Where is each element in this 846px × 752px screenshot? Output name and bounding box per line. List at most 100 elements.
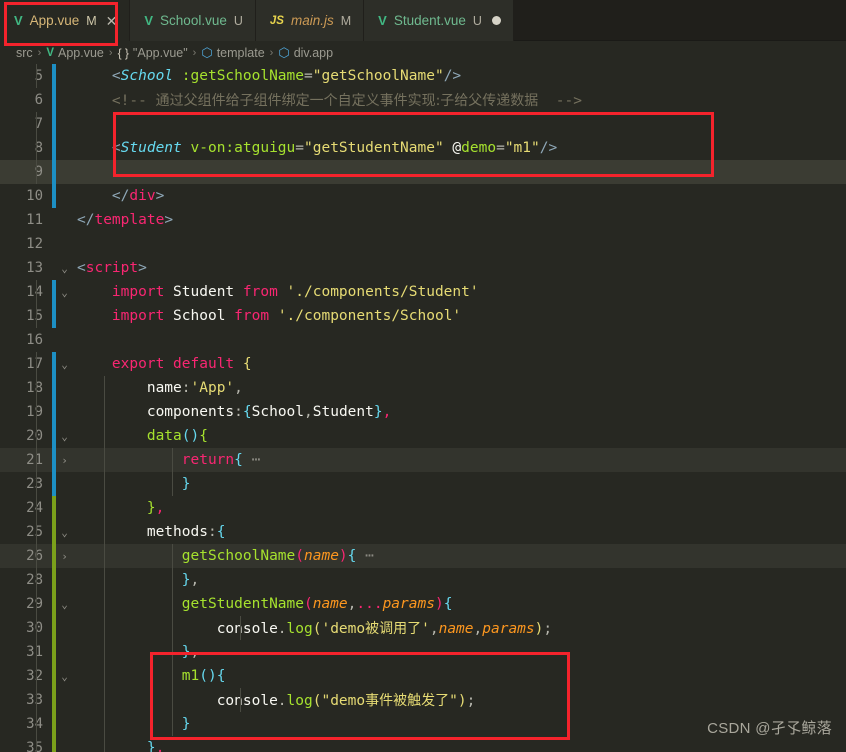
tab-app-vue[interactable]: V App.vue M ✕ bbox=[0, 0, 131, 41]
code-line[interactable]: 24 }, bbox=[0, 496, 846, 520]
chevron-right-icon[interactable]: › bbox=[61, 454, 68, 467]
breadcrumb-label: template bbox=[216, 45, 265, 60]
fold-control[interactable]: ⌄ bbox=[56, 430, 73, 443]
tab-student-vue[interactable]: V Student.vue U bbox=[364, 0, 514, 41]
git-change-marker bbox=[52, 160, 56, 184]
git-change-marker bbox=[52, 304, 56, 328]
line-number: 12 bbox=[26, 236, 43, 252]
code-line[interactable]: 29 ⌄ getStudentName(name,...params){ bbox=[0, 592, 846, 616]
code-line[interactable]: 35 }, bbox=[0, 736, 846, 752]
breadcrumb-item-symbol-root[interactable]: { } "App.vue" bbox=[118, 46, 188, 60]
line-number: 14 bbox=[26, 284, 43, 300]
code-text: <School :getSchoolName="getSchoolName"/> bbox=[36, 64, 461, 88]
code-line[interactable]: 6 <!-- 通过父组件给子组件绑定一个自定义事件实现:子给父传递数据 --> bbox=[0, 88, 846, 112]
chevron-down-icon[interactable]: ⌄ bbox=[61, 598, 68, 611]
code-text: console.log('demo被调用了',name,params); bbox=[36, 616, 552, 640]
code-line[interactable]: 30 console.log('demo被调用了',name,params); bbox=[0, 616, 846, 640]
vue-file-icon: V bbox=[14, 13, 23, 28]
line-number: 10 bbox=[26, 188, 43, 204]
fold-control[interactable]: ⌄ bbox=[56, 526, 73, 539]
fold-control[interactable]: ⌄ bbox=[56, 670, 73, 683]
code-line[interactable]: 31 }, bbox=[0, 640, 846, 664]
code-line[interactable]: 28 }, bbox=[0, 568, 846, 592]
close-icon[interactable]: ✕ bbox=[106, 14, 118, 28]
chevron-down-icon[interactable]: ⌄ bbox=[61, 670, 68, 683]
git-change-marker bbox=[52, 208, 56, 232]
code-line[interactable]: 19 components:{School,Student}, bbox=[0, 400, 846, 424]
code-line[interactable]: 16 bbox=[0, 328, 846, 352]
tab-label: App.vue bbox=[29, 13, 80, 28]
code-line[interactable]: 5 <School :getSchoolName="getSchoolName"… bbox=[0, 64, 846, 88]
breadcrumb-label: "App.vue" bbox=[132, 45, 188, 60]
code-line[interactable]: 14 ⌄ import Student from './components/S… bbox=[0, 280, 846, 304]
tab-school-vue[interactable]: V School.vue U bbox=[130, 0, 256, 41]
breadcrumb-separator-icon: › bbox=[37, 46, 42, 59]
code-line-folded[interactable]: 26 › getSchoolName(name){ ⋯ bbox=[0, 544, 846, 568]
chevron-down-icon[interactable]: ⌄ bbox=[61, 526, 68, 539]
git-change-marker bbox=[52, 136, 56, 160]
tab-main-js[interactable]: JS main.js M bbox=[255, 0, 365, 41]
line-number: 30 bbox=[26, 620, 43, 636]
breadcrumb-item-template[interactable]: ⬡ template bbox=[201, 45, 264, 61]
code-line[interactable]: 25 ⌄ methods:{ bbox=[0, 520, 846, 544]
fold-control[interactable]: ⌄ bbox=[56, 286, 73, 299]
code-line[interactable]: 32 ⌄ m1(){ bbox=[0, 664, 846, 688]
tab-status-badge: U bbox=[233, 13, 243, 28]
chevron-down-icon[interactable]: ⌄ bbox=[61, 358, 68, 371]
breadcrumb-label: src bbox=[16, 45, 33, 60]
git-change-marker bbox=[52, 688, 56, 712]
line-number: 23 bbox=[26, 476, 43, 492]
chevron-down-icon[interactable]: ⌄ bbox=[61, 430, 68, 443]
line-number: 35 bbox=[26, 740, 43, 752]
git-change-marker bbox=[52, 184, 56, 208]
code-line[interactable]: 12 bbox=[0, 232, 846, 256]
code-line[interactable]: 7 bbox=[0, 112, 846, 136]
tab-status-badge: U bbox=[472, 13, 482, 28]
line-number: 20 bbox=[26, 428, 43, 444]
code-line-current[interactable]: 9 bbox=[0, 160, 846, 184]
git-change-marker bbox=[52, 616, 56, 640]
fold-control[interactable]: ⌄ bbox=[56, 598, 73, 611]
breadcrumb-item-div-app[interactable]: ⬡ div.app bbox=[278, 45, 333, 61]
git-change-marker bbox=[52, 112, 56, 136]
code-line[interactable]: 15 import School from './components/Scho… bbox=[0, 304, 846, 328]
code-line[interactable]: 33 console.log("demo事件被触发了"); bbox=[0, 688, 846, 712]
tab-label: Student.vue bbox=[393, 13, 466, 28]
vue-file-icon: V bbox=[378, 13, 387, 28]
line-number: 19 bbox=[26, 404, 43, 420]
breadcrumb-item-src[interactable]: src bbox=[16, 46, 33, 60]
code-text: getSchoolName(name){ ⋯ bbox=[36, 544, 374, 568]
code-text: }, bbox=[36, 736, 164, 752]
line-number: 7 bbox=[34, 116, 43, 132]
git-change-marker bbox=[52, 400, 56, 424]
code-editor[interactable]: 5 <School :getSchoolName="getSchoolName"… bbox=[0, 64, 846, 752]
chevron-right-icon[interactable]: › bbox=[61, 550, 68, 563]
code-line[interactable]: 17 ⌄ export default { bbox=[0, 352, 846, 376]
folded-code-placeholder: ⋯ bbox=[251, 452, 261, 468]
code-line[interactable]: 11 </template> bbox=[0, 208, 846, 232]
line-number: 8 bbox=[34, 140, 43, 156]
fold-control[interactable]: › bbox=[56, 550, 73, 563]
chevron-down-icon[interactable]: ⌄ bbox=[61, 262, 68, 275]
tab-status-badge: M bbox=[340, 13, 352, 28]
git-change-marker bbox=[52, 88, 56, 112]
code-line-folded[interactable]: 21 › return{ ⋯ bbox=[0, 448, 846, 472]
chevron-down-icon[interactable]: ⌄ bbox=[61, 286, 68, 299]
watermark: CSDN @孑孓鲸落 bbox=[707, 720, 832, 737]
code-line[interactable]: 10 </div> bbox=[0, 184, 846, 208]
code-line[interactable]: 20 ⌄ data(){ bbox=[0, 424, 846, 448]
cube-icon: ⬡ bbox=[278, 44, 290, 60]
js-file-icon: JS bbox=[269, 14, 284, 27]
fold-control[interactable]: ⌄ bbox=[56, 262, 73, 275]
breadcrumb-item-app-vue[interactable]: V App.vue bbox=[46, 46, 104, 60]
braces-icon: { } bbox=[117, 45, 129, 60]
code-text: data(){ bbox=[36, 424, 208, 448]
code-line[interactable]: 18 name:'App', bbox=[0, 376, 846, 400]
line-number: 5 bbox=[34, 68, 43, 84]
fold-control[interactable]: › bbox=[56, 454, 73, 467]
code-line[interactable]: 8 <Student v-on:atguigu="getStudentName"… bbox=[0, 136, 846, 160]
code-line[interactable]: 13 ⌄ <script> bbox=[0, 256, 846, 280]
git-change-marker bbox=[52, 640, 56, 664]
fold-control[interactable]: ⌄ bbox=[56, 358, 73, 371]
code-line[interactable]: 23 } bbox=[0, 472, 846, 496]
